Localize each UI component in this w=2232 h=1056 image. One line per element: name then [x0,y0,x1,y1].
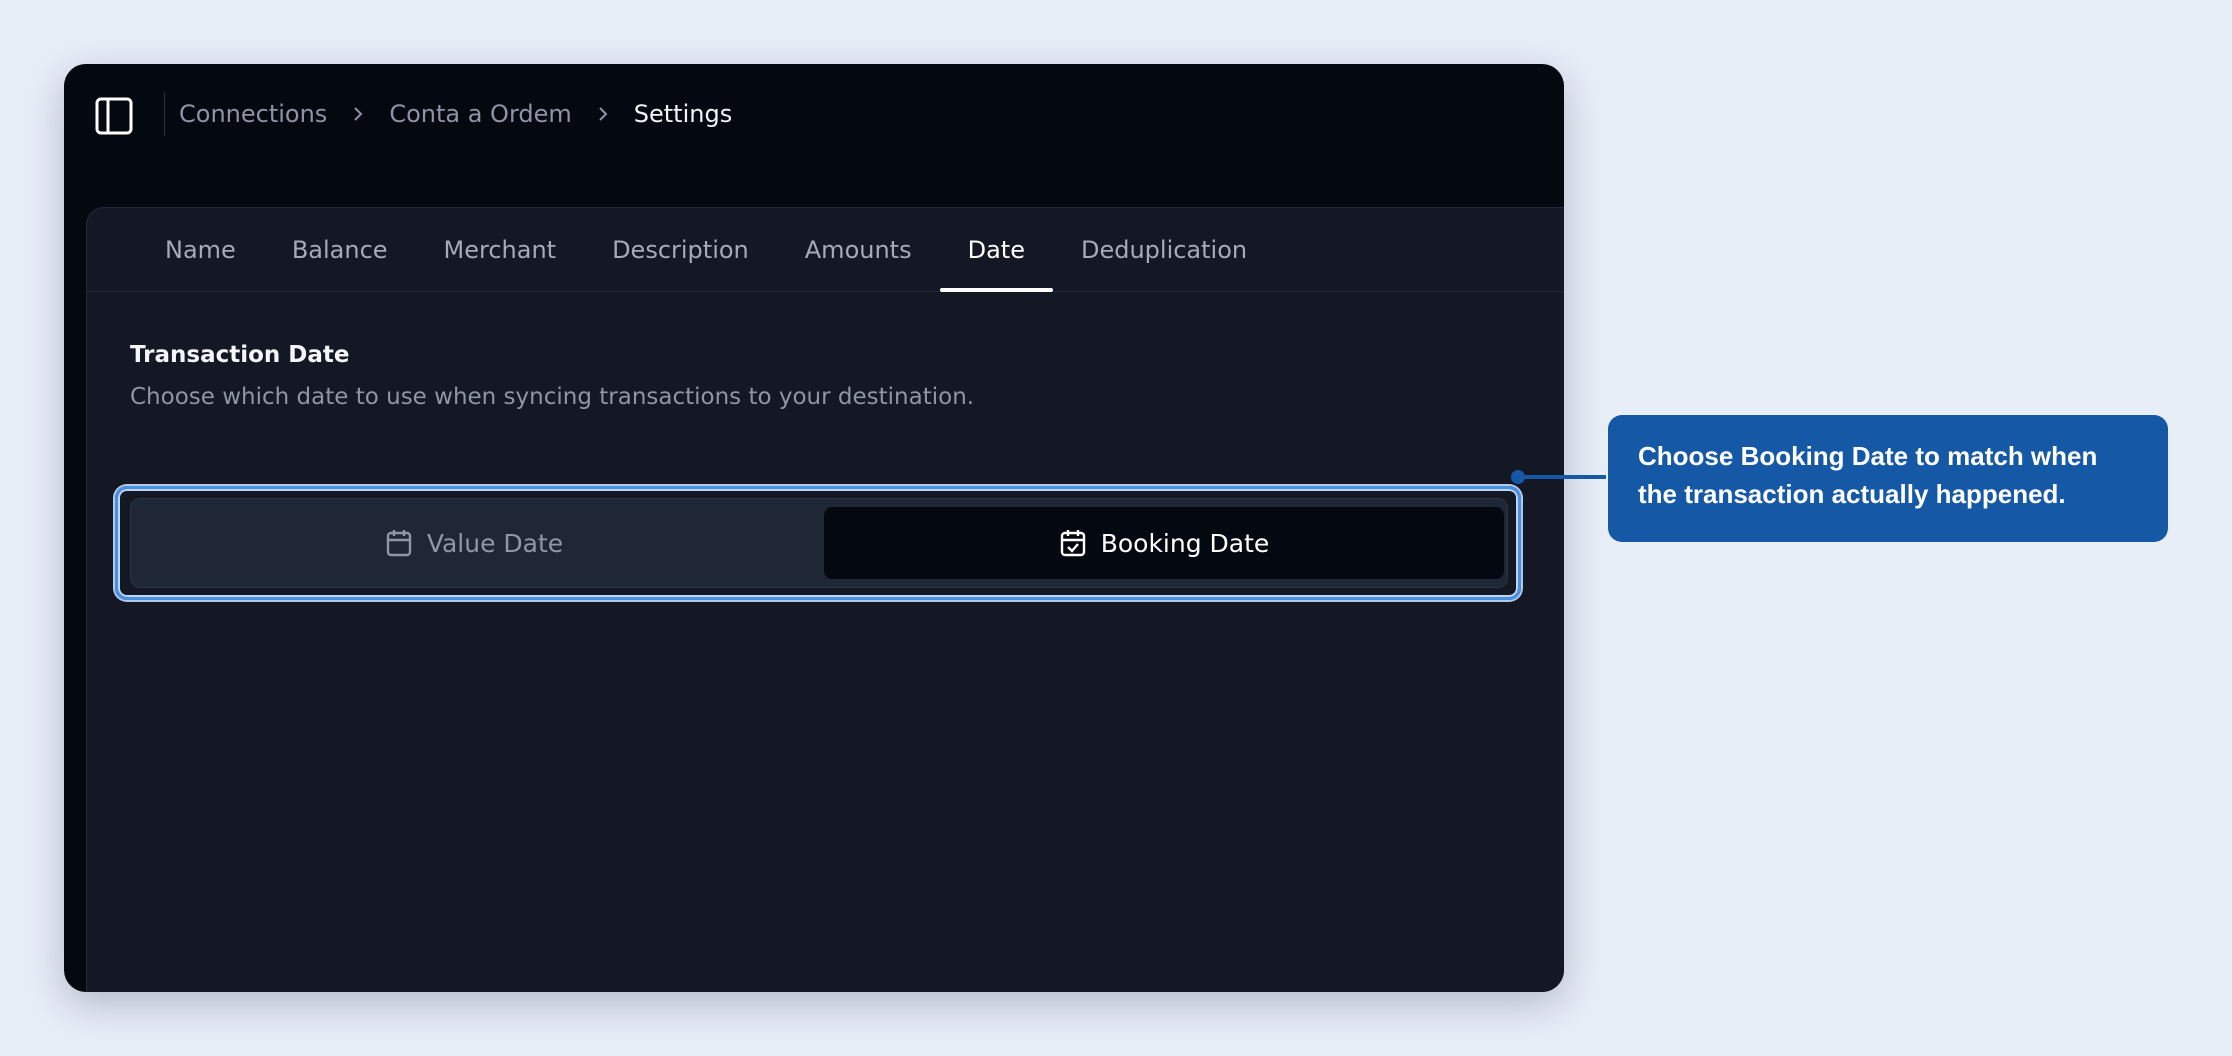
tab-merchant[interactable]: Merchant [416,208,585,291]
tab-deduplication[interactable]: Deduplication [1053,208,1275,291]
date-segmented-control: Value Date Booking Date [130,498,1508,588]
calendar-icon [386,530,412,557]
chevron-right-icon [572,105,634,123]
settings-panel: Name Balance Merchant Description Amount… [86,207,1564,992]
section-description: Choose which date to use when syncing tr… [130,384,975,410]
tab-date[interactable]: Date [939,208,1054,292]
booking-date-label: Booking Date [1100,528,1270,558]
tab-bar: Name Balance Merchant Description Amount… [87,208,1564,292]
breadcrumb-connections[interactable]: Connections [179,100,327,128]
callout-anchor-dot [1511,470,1525,484]
value-date-option[interactable]: Value Date [139,507,809,579]
header-divider [164,92,165,136]
sidebar-toggle-button[interactable] [94,96,134,136]
breadcrumb: Connections Conta a Ordem Settings [179,94,732,134]
breadcrumb-conta-a-ordem[interactable]: Conta a Ordem [389,100,571,128]
tab-description[interactable]: Description [584,208,777,291]
header: Connections Conta a Ordem Settings [64,64,1564,164]
calendar-check-icon [1060,530,1085,557]
tab-balance[interactable]: Balance [264,208,416,291]
sidebar-toggle-icon [95,97,133,135]
callout-tooltip: Choose Booking Date to match when the tr… [1608,415,2168,542]
callout-connector [1518,475,1606,479]
booking-date-option[interactable]: Booking Date [824,507,1504,579]
tab-name[interactable]: Name [137,208,264,291]
section-title: Transaction Date [130,342,350,368]
tab-amounts[interactable]: Amounts [777,208,940,291]
value-date-label: Value Date [426,528,564,558]
app-window: Connections Conta a Ordem Settings Name … [64,64,1564,992]
breadcrumb-settings: Settings [633,100,733,128]
chevron-right-icon [327,105,389,123]
